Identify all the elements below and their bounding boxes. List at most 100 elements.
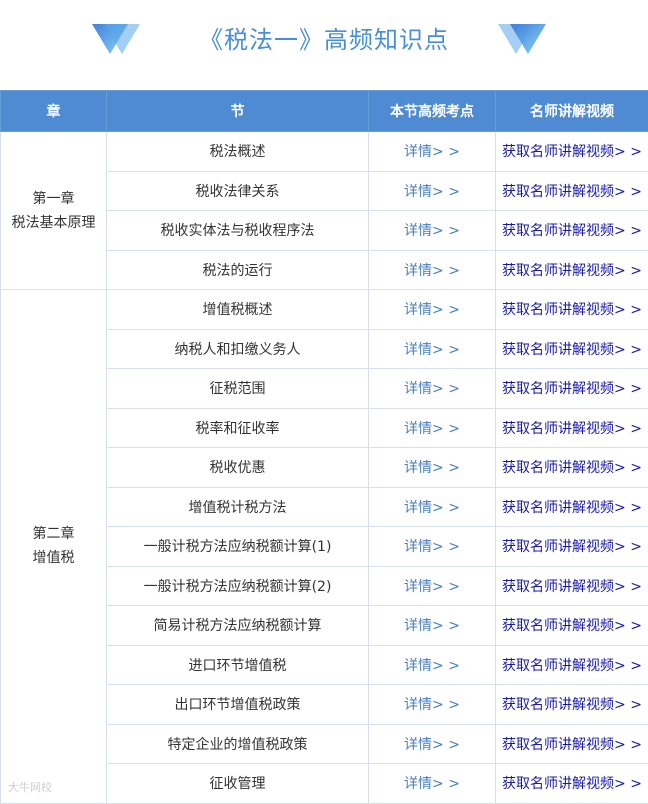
details-cell: 详情> > [369, 329, 496, 369]
section-name: 税收法律关系 [107, 171, 369, 211]
video-cell: 获取名师讲解视频> > [496, 290, 648, 330]
details-cell: 详情> > [369, 724, 496, 764]
section-name: 税法的运行 [107, 250, 369, 290]
video-cell: 获取名师讲解视频> > [496, 527, 648, 567]
details-link[interactable]: 详情> > [404, 539, 460, 555]
chapter-number: 第二章 [1, 522, 106, 546]
video-link[interactable]: 获取名师讲解视频> > [502, 697, 642, 713]
details-link[interactable]: 详情> > [404, 737, 460, 753]
section-name: 一般计税方法应纳税额计算(1) [107, 527, 369, 567]
section-name: 税率和征收率 [107, 408, 369, 448]
table-body: 第一章税法基本原理税法概述详情> >获取名师讲解视频> >税收法律关系详情> >… [1, 132, 648, 804]
column-header-section: 节 [107, 91, 369, 132]
details-link[interactable]: 详情> > [404, 263, 460, 279]
details-link[interactable]: 详情> > [404, 658, 460, 674]
details-cell: 详情> > [369, 448, 496, 488]
details-cell: 详情> > [369, 132, 496, 172]
details-link[interactable]: 详情> > [404, 776, 460, 792]
video-link[interactable]: 获取名师讲解视频> > [502, 460, 642, 476]
video-cell: 获取名师讲解视频> > [496, 566, 648, 606]
details-link[interactable]: 详情> > [404, 421, 460, 437]
section-name: 征收管理 [107, 764, 369, 804]
page-title: 《税法一》高频知识点 [0, 20, 648, 55]
section-name: 税收优惠 [107, 448, 369, 488]
details-link[interactable]: 详情> > [404, 460, 460, 476]
page-header: 《税法一》高频知识点 [0, 0, 648, 90]
video-link[interactable]: 获取名师讲解视频> > [502, 381, 642, 397]
details-cell: 详情> > [369, 527, 496, 567]
video-link[interactable]: 获取名师讲解视频> > [502, 658, 642, 674]
details-cell: 详情> > [369, 369, 496, 409]
details-link[interactable]: 详情> > [404, 223, 460, 239]
details-link[interactable]: 详情> > [404, 184, 460, 200]
table-row: 第二章增值税增值税概述详情> >获取名师讲解视频> > [1, 290, 648, 330]
chapter-number: 第一章 [1, 187, 106, 211]
video-cell: 获取名师讲解视频> > [496, 724, 648, 764]
video-cell: 获取名师讲解视频> > [496, 606, 648, 646]
section-name: 增值税概述 [107, 290, 369, 330]
details-link[interactable]: 详情> > [404, 342, 460, 358]
section-name: 出口环节增值税政策 [107, 685, 369, 725]
video-link[interactable]: 获取名师讲解视频> > [502, 776, 642, 792]
details-cell: 详情> > [369, 606, 496, 646]
chapter-cell: 第二章增值税 [1, 290, 107, 804]
details-link[interactable]: 详情> > [404, 144, 460, 160]
section-name: 税收实体法与税收程序法 [107, 211, 369, 251]
video-link[interactable]: 获取名师讲解视频> > [502, 737, 642, 753]
details-cell: 详情> > [369, 171, 496, 211]
video-link[interactable]: 获取名师讲解视频> > [502, 500, 642, 516]
details-link[interactable]: 详情> > [404, 302, 460, 318]
triangle-right-icon [496, 22, 546, 56]
details-cell: 详情> > [369, 566, 496, 606]
chapter-name: 税法基本原理 [1, 211, 106, 235]
column-header-key-points: 本节高频考点 [369, 91, 496, 132]
knowledge-table: 章 节 本节高频考点 名师讲解视频 第一章税法基本原理税法概述详情> >获取名师… [0, 90, 648, 804]
video-cell: 获取名师讲解视频> > [496, 171, 648, 211]
details-link[interactable]: 详情> > [404, 500, 460, 516]
video-link[interactable]: 获取名师讲解视频> > [502, 579, 642, 595]
video-link[interactable]: 获取名师讲解视频> > [502, 421, 642, 437]
section-name: 增值税计税方法 [107, 487, 369, 527]
video-link[interactable]: 获取名师讲解视频> > [502, 302, 642, 318]
section-name: 纳税人和扣缴义务人 [107, 329, 369, 369]
video-cell: 获取名师讲解视频> > [496, 132, 648, 172]
video-cell: 获取名师讲解视频> > [496, 448, 648, 488]
column-header-video: 名师讲解视频 [496, 91, 648, 132]
video-cell: 获取名师讲解视频> > [496, 487, 648, 527]
video-cell: 获取名师讲解视频> > [496, 764, 648, 804]
video-link[interactable]: 获取名师讲解视频> > [502, 342, 642, 358]
video-cell: 获取名师讲解视频> > [496, 329, 648, 369]
video-link[interactable]: 获取名师讲解视频> > [502, 618, 642, 634]
chapter-cell: 第一章税法基本原理 [1, 132, 107, 290]
video-cell: 获取名师讲解视频> > [496, 685, 648, 725]
details-cell: 详情> > [369, 487, 496, 527]
section-name: 税法概述 [107, 132, 369, 172]
details-link[interactable]: 详情> > [404, 381, 460, 397]
video-cell: 获取名师讲解视频> > [496, 408, 648, 448]
details-cell: 详情> > [369, 408, 496, 448]
details-cell: 详情> > [369, 250, 496, 290]
details-cell: 详情> > [369, 764, 496, 804]
video-cell: 获取名师讲解视频> > [496, 369, 648, 409]
chapter-name: 增值税 [1, 546, 106, 570]
section-name: 特定企业的增值税政策 [107, 724, 369, 764]
column-header-chapter: 章 [1, 91, 107, 132]
video-link[interactable]: 获取名师讲解视频> > [502, 144, 642, 160]
section-name: 简易计税方法应纳税额计算 [107, 606, 369, 646]
video-link[interactable]: 获取名师讲解视频> > [502, 263, 642, 279]
watermark: 大牛网校 [8, 779, 52, 795]
details-link[interactable]: 详情> > [404, 697, 460, 713]
video-link[interactable]: 获取名师讲解视频> > [502, 539, 642, 555]
video-link[interactable]: 获取名师讲解视频> > [502, 184, 642, 200]
details-cell: 详情> > [369, 685, 496, 725]
section-name: 征税范围 [107, 369, 369, 409]
details-link[interactable]: 详情> > [404, 579, 460, 595]
video-cell: 获取名师讲解视频> > [496, 211, 648, 251]
video-cell: 获取名师讲解视频> > [496, 645, 648, 685]
section-name: 进口环节增值税 [107, 645, 369, 685]
details-cell: 详情> > [369, 211, 496, 251]
table-row: 第一章税法基本原理税法概述详情> >获取名师讲解视频> > [1, 132, 648, 172]
video-cell: 获取名师讲解视频> > [496, 250, 648, 290]
details-link[interactable]: 详情> > [404, 618, 460, 634]
video-link[interactable]: 获取名师讲解视频> > [502, 223, 642, 239]
